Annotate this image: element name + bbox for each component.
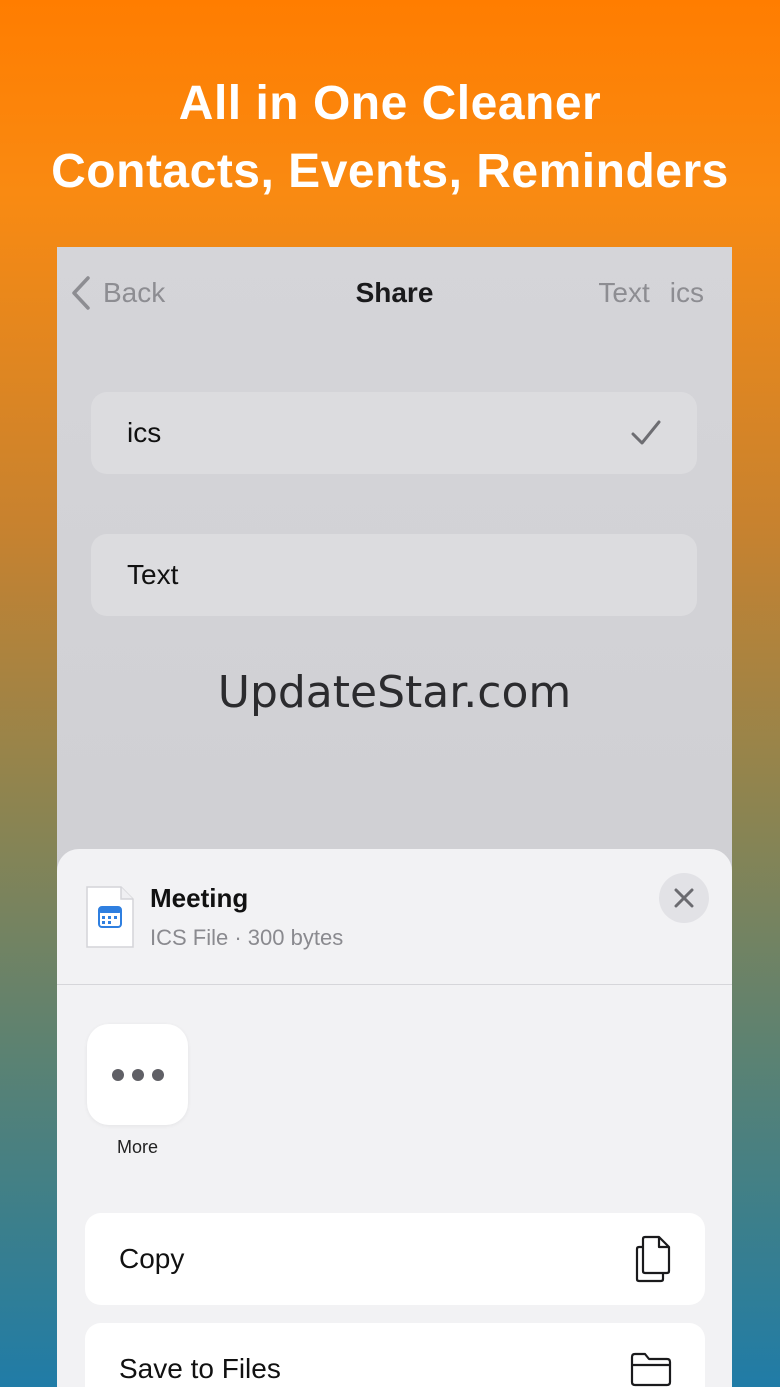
- headline-line-1: All in One Cleaner: [178, 77, 602, 130]
- file-info: ICS File · 300 bytes: [150, 925, 344, 950]
- nav-right-items: Text ics: [598, 277, 704, 309]
- save-to-files-action[interactable]: Save to Files: [85, 1323, 705, 1387]
- file-name: Meeting: [150, 883, 249, 913]
- copy-action[interactable]: Copy: [85, 1213, 705, 1305]
- copy-icon: [635, 1235, 671, 1283]
- option-ics[interactable]: ics: [91, 392, 697, 474]
- nav-item-text[interactable]: Text: [598, 277, 649, 309]
- ellipsis-dot: [131, 1068, 144, 1081]
- option-label: Text: [127, 559, 179, 590]
- option-label: ics: [127, 417, 162, 448]
- option-text[interactable]: Text: [91, 534, 697, 616]
- close-button[interactable]: [659, 873, 709, 923]
- navigation-bar: Back Share Text ics: [57, 247, 732, 341]
- phone-screen: Back Share Text ics ics Text UpdateStar.…: [57, 247, 732, 1387]
- watermark: UpdateStar.com: [217, 667, 572, 718]
- nav-item-ics[interactable]: ics: [670, 277, 704, 309]
- ellipsis-icon: [111, 1068, 124, 1081]
- more-label: More: [116, 1137, 158, 1157]
- share-sheet-header: Meeting ICS File · 300 bytes: [57, 849, 732, 985]
- action-label: Save to Files: [119, 1353, 281, 1384]
- folder-icon: [630, 1352, 672, 1387]
- share-sheet: Meeting ICS File · 300 bytes More Copy S…: [57, 849, 732, 1387]
- headline-line-2: Contacts, Events, Reminders: [51, 145, 729, 198]
- close-icon: [674, 888, 694, 908]
- ellipsis-dot: [151, 1068, 164, 1081]
- action-label: Copy: [119, 1243, 185, 1274]
- more-app-button[interactable]: [87, 1024, 188, 1125]
- checkmark-icon: [631, 420, 661, 445]
- ics-file-icon: [86, 886, 134, 948]
- promo-headline: All in One Cleaner Contacts, Events, Rem…: [0, 70, 780, 206]
